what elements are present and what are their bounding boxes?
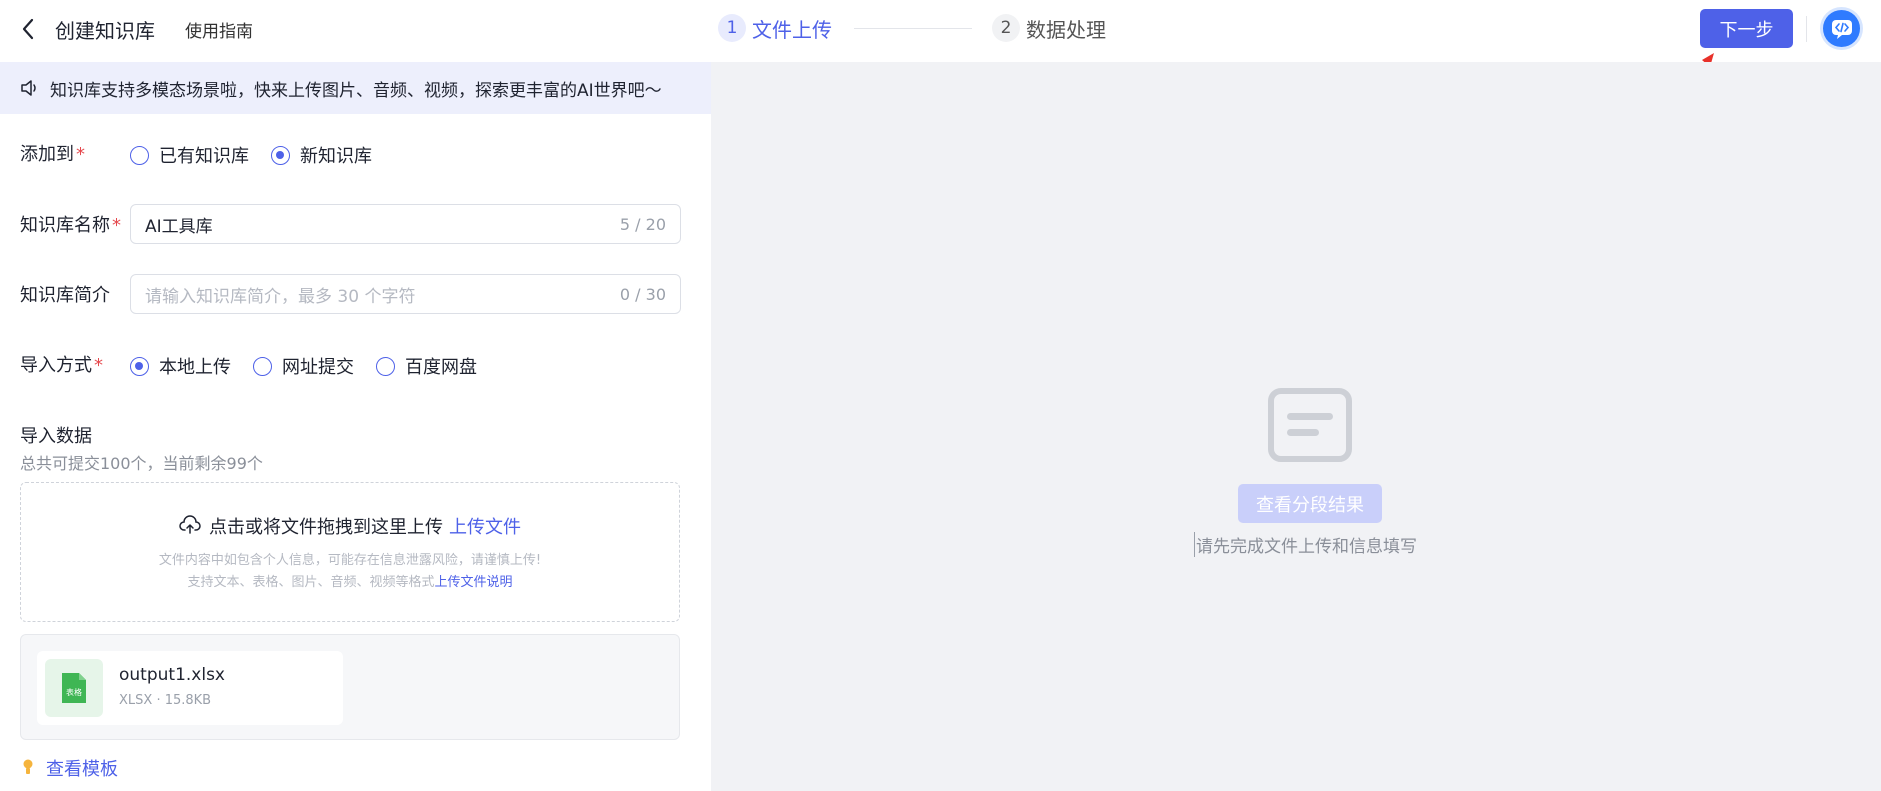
page-title: 创建知识库 — [55, 19, 155, 43]
radio-baidu-netdisk[interactable]: 百度网盘 — [376, 353, 477, 379]
empty-state-hint: 请先完成文件上传和信息填写 — [1194, 532, 1417, 557]
kb-intro-placeholder: 请输入知识库简介，最多 30 个字符 — [145, 286, 416, 307]
view-segment-result-button[interactable]: 查看分段结果 — [1238, 484, 1382, 523]
radio-existing-kb[interactable]: 已有知识库 — [130, 142, 249, 168]
uploaded-file-list: 表格 output1.xlsx XLSX · 15.8KB — [20, 634, 680, 740]
format-hint: 支持文本、表格、图片、音频、视频等格式上传文件说明 — [187, 575, 513, 590]
radio-button[interactable] — [376, 356, 395, 376]
view-template-link[interactable]: 查看模板 — [22, 755, 118, 781]
radio-local-upload[interactable]: 本地上传 — [130, 353, 231, 379]
upload-instructions-link[interactable]: 上传文件说明 — [435, 575, 513, 590]
code-assistant-icon[interactable] — [1823, 10, 1860, 47]
svg-text:表格: 表格 — [66, 687, 82, 697]
step-label: 文件上传 — [752, 17, 832, 42]
spreadsheet-file-icon: 表格 — [45, 659, 103, 717]
header-divider — [1806, 16, 1807, 42]
kb-name-input[interactable]: AI工具库 5 / 20 — [130, 204, 681, 244]
add-to-label: 添加到 * — [20, 144, 85, 165]
kb-intro-label: 知识库简介 — [20, 285, 110, 306]
file-dropzone[interactable]: 点击或将文件拖拽到这里上传 上传文件 文件内容中如包含个人信息，可能存在信息泄露… — [20, 482, 680, 622]
import-method-label: 导入方式 * — [20, 355, 103, 376]
import-quota-text: 总共可提交100个，当前剩余99个 — [20, 454, 263, 473]
dropzone-text: 点击或将文件拖拽到这里上传 — [209, 517, 443, 538]
notice-banner: 知识库支持多模态场景啦，快来上传图片、音频、视频，探索更丰富的AI世界吧～ — [0, 62, 711, 114]
next-step-button[interactable]: 下一步 — [1700, 9, 1793, 48]
radio-button[interactable] — [130, 356, 149, 376]
step-number: 2 — [992, 14, 1020, 42]
step-number: 1 — [718, 14, 746, 42]
step-label: 数据处理 — [1026, 17, 1106, 42]
kb-name-label: 知识库名称 * — [20, 215, 121, 236]
config-panel: 知识库支持多模态场景啦，快来上传图片、音频、视频，探索更丰富的AI世界吧～ 添加… — [0, 62, 711, 791]
radio-button[interactable] — [130, 145, 149, 165]
privacy-hint: 文件内容中如包含个人信息，可能存在信息泄露风险，请谨慎上传! — [158, 553, 542, 568]
upload-file-link[interactable]: 上传文件 — [449, 513, 521, 539]
cloud-upload-icon — [179, 515, 201, 537]
file-meta: XLSX · 15.8KB — [119, 693, 212, 708]
preview-panel: 查看分段结果 请先完成文件上传和信息填写 — [711, 62, 1881, 791]
lightbulb-icon — [22, 758, 38, 778]
kb-name-value: AI工具库 — [145, 216, 213, 237]
radio-new-kb[interactable]: 新知识库 — [271, 142, 372, 168]
radio-button[interactable] — [271, 145, 290, 165]
char-counter: 0 / 30 — [619, 284, 666, 304]
empty-document-icon — [1268, 388, 1352, 462]
step-connector — [854, 27, 972, 29]
kb-intro-input[interactable]: 请输入知识库简介，最多 30 个字符 0 / 30 — [130, 274, 681, 314]
usage-guide-link[interactable]: 使用指南 — [185, 17, 253, 42]
step-indicator: 1 文件上传 2 数据处理 — [718, 13, 1106, 43]
notice-text: 知识库支持多模态场景啦，快来上传图片、音频、视频，探索更丰富的AI世界吧～ — [50, 80, 662, 101]
import-method-radio-group: 本地上传 网址提交 百度网盘 — [130, 353, 499, 379]
top-header: 创建知识库 使用指南 1 文件上传 2 数据处理 下一步 — [0, 0, 1881, 62]
dropzone-main: 点击或将文件拖拽到这里上传 上传文件 — [21, 513, 679, 539]
char-counter: 5 / 20 — [619, 214, 666, 234]
file-name: output1.xlsx — [119, 665, 225, 685]
step-file-upload: 1 文件上传 — [718, 14, 832, 43]
step-data-processing: 2 数据处理 — [992, 14, 1106, 43]
speaker-icon — [20, 77, 42, 99]
back-arrow-icon[interactable] — [14, 15, 42, 43]
radio-button[interactable] — [253, 356, 272, 376]
import-data-title: 导入数据 — [20, 426, 92, 447]
file-card[interactable]: 表格 output1.xlsx XLSX · 15.8KB — [37, 651, 343, 725]
add-to-radio-group: 已有知识库 新知识库 — [130, 142, 394, 168]
radio-url-submit[interactable]: 网址提交 — [253, 353, 354, 379]
